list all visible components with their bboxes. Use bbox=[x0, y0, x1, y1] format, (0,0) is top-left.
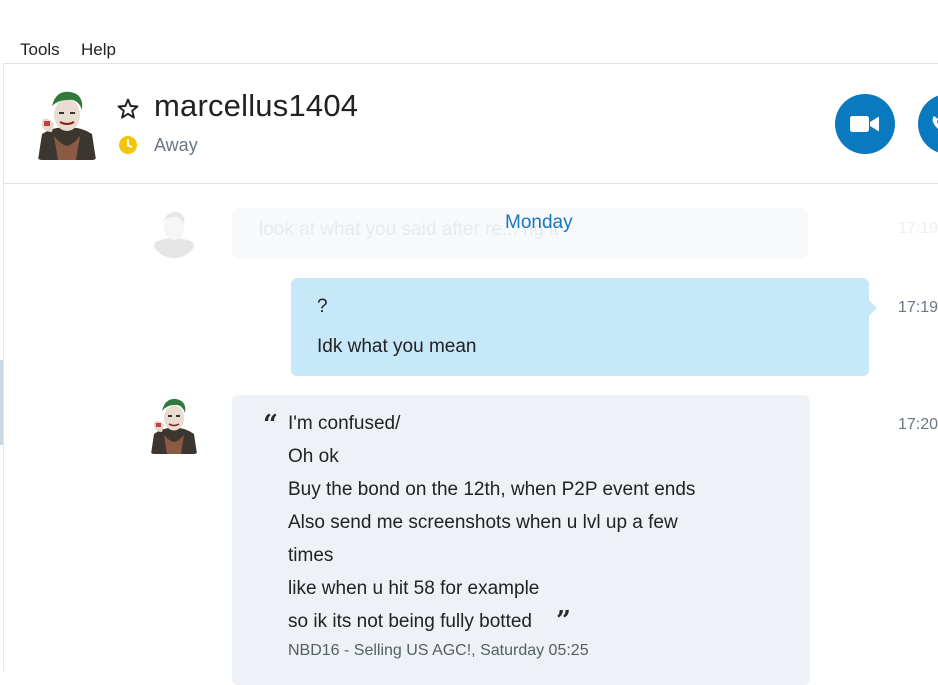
message-line: ? bbox=[317, 296, 328, 317]
quoted-line: Buy the bond on the 12th, when P2P event… bbox=[288, 479, 696, 500]
contact-status: Away bbox=[154, 135, 198, 155]
open-quote-icon: “ bbox=[263, 410, 278, 440]
pane-resize-handle[interactable] bbox=[0, 360, 3, 445]
quoted-line: like when u hit 58 for example bbox=[288, 578, 540, 599]
joker-avatar-image bbox=[36, 88, 98, 160]
quoted-line: times bbox=[288, 545, 334, 566]
pane-left-border bbox=[3, 63, 4, 671]
audio-call-button[interactable] bbox=[918, 94, 938, 154]
menu-item-tools[interactable]: Tools bbox=[20, 40, 60, 60]
message-time: 17:20 bbox=[898, 416, 938, 433]
faded-message-time: 17:19 bbox=[898, 220, 938, 237]
message-time: 17:19 bbox=[898, 299, 938, 316]
bubble-tail bbox=[869, 300, 877, 316]
day-divider: Monday bbox=[505, 212, 573, 233]
quoted-line: Also send me screenshots when u lvl up a… bbox=[288, 512, 678, 533]
quote-source: NBD16 - Selling US AGC!, Saturday 05:25 bbox=[288, 642, 589, 659]
joker-avatar-faded bbox=[150, 208, 198, 258]
star-outline-icon[interactable] bbox=[116, 97, 140, 121]
joker-avatar-small bbox=[150, 396, 198, 454]
menu-item-help[interactable]: Help bbox=[81, 40, 116, 60]
menu-bar: Tools Help bbox=[0, 0, 938, 63]
header-divider bbox=[4, 183, 938, 184]
message-line: Idk what you mean bbox=[317, 336, 477, 357]
quoted-line: so ik its not being fully botted bbox=[288, 611, 532, 632]
phone-icon bbox=[932, 116, 938, 129]
close-quote-icon: ” bbox=[556, 606, 571, 636]
faded-avatar bbox=[150, 208, 198, 258]
quoted-line: I'm confused/ bbox=[288, 413, 401, 434]
contact-name[interactable]: marcellus1404 bbox=[154, 88, 358, 124]
sender-avatar[interactable] bbox=[150, 396, 198, 454]
video-camera-icon bbox=[850, 116, 879, 132]
video-call-button[interactable] bbox=[835, 94, 895, 154]
quoted-line: Oh ok bbox=[288, 446, 339, 467]
menu-divider bbox=[4, 63, 938, 64]
clock-away-icon bbox=[119, 136, 137, 154]
outgoing-message-bubble[interactable] bbox=[291, 278, 877, 376]
contact-avatar[interactable] bbox=[36, 88, 98, 160]
